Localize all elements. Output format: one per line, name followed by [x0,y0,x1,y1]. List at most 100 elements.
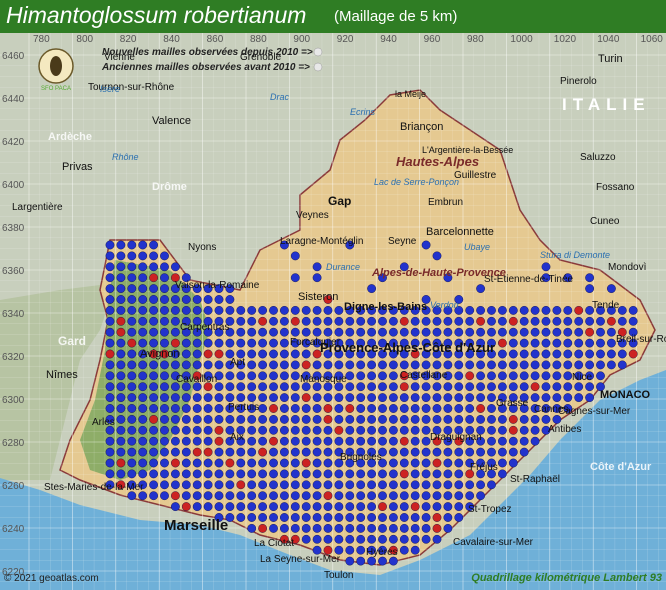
observation-dot [149,425,159,435]
observation-dot [192,338,202,348]
observation-dot [378,469,387,479]
observation-dot [127,316,137,326]
observation-dot [476,305,485,315]
observation-dot [105,262,115,272]
observation-dot [269,382,278,392]
observation-dot [497,447,507,457]
observation-dot [116,458,126,468]
observation-dot [334,414,344,424]
observation-dot [443,327,453,337]
observation-dot [454,316,464,326]
observation-dot [170,414,180,424]
observation-dot [345,491,355,501]
observation-dot [367,404,376,413]
observation-dot [388,393,398,402]
observation-dot [487,371,496,381]
observation-dot [476,447,485,457]
observation-dot [247,425,257,435]
observation-dot [105,360,115,370]
place-label: Briançon [400,121,443,133]
observation-dot [192,425,202,435]
place-label: Pinerolo [560,76,597,87]
observation-dot [421,447,431,457]
observation-dot [345,382,355,392]
observation-dot [465,327,475,337]
observation-dot [585,382,594,392]
observation-dot [214,414,224,424]
observation-dot [323,513,333,522]
observation-dot [323,502,333,511]
place-label: Sisteron [298,291,338,303]
observation-dot [563,382,573,392]
observation-dot [105,371,115,381]
observation-dot [563,360,573,370]
observation-dot [269,436,278,446]
observation-dot [410,436,420,446]
observation-dot [214,491,224,501]
observation-dot [127,305,137,315]
observation-dot [301,491,311,501]
observation-dot [149,382,159,392]
orchid-icon [50,56,62,76]
observation-dot [279,393,289,402]
observation-dot [116,382,126,392]
observation-dot [519,371,529,381]
observation-dot [127,349,137,359]
observation-dot [214,305,224,315]
observation-dot [170,469,180,479]
observation-dot [585,360,594,370]
observation-dot [258,404,267,413]
observation-dot [596,349,605,359]
observation-dot [149,436,159,446]
observation-dot [399,480,409,490]
observation-dot [170,502,180,511]
observation-dot [367,436,376,446]
observation-dot [508,371,518,381]
observation-dot [367,524,376,533]
observation-dot [596,338,605,348]
observation-dot [487,414,496,424]
observation-dot [497,349,507,359]
observation-dot [585,327,594,337]
observation-dot [160,491,169,501]
observation-dot [214,404,224,413]
observation-dot [127,262,137,272]
observation-dot [617,316,627,326]
observation-dot [356,414,366,424]
observation-dot [170,404,180,413]
observation-dot [399,458,409,468]
observation-dot [388,316,398,326]
legend-new-marker [313,47,323,57]
observation-dot [149,295,159,304]
observation-dot [290,404,300,413]
observation-dot [541,262,551,272]
grid-x-label: 880 [250,34,267,45]
observation-dot [628,305,638,315]
observation-dot [541,316,551,326]
observation-dot [367,502,376,511]
observation-dot [367,371,376,381]
observation-dot [279,316,289,326]
observation-dot [181,425,191,435]
observation-dot [269,404,278,413]
observation-dot [356,425,366,435]
observation-dot [508,436,518,446]
observation-dot [410,513,420,522]
observation-dot [312,491,322,501]
observation-dot [410,480,420,490]
observation-dot [160,414,169,424]
observation-dot [258,327,267,337]
observation-dot [214,295,224,304]
observation-dot [279,513,289,522]
observation-dot [519,316,529,326]
observation-dot [290,371,300,381]
observation-dot [541,305,551,315]
observation-dot [410,404,420,413]
observation-dot [388,371,398,381]
observation-dot [356,491,366,501]
observation-dot [323,447,333,457]
observation-dot [345,360,355,370]
observation-dot [181,393,191,402]
observation-dot [203,480,213,490]
observation-dot [421,327,431,337]
